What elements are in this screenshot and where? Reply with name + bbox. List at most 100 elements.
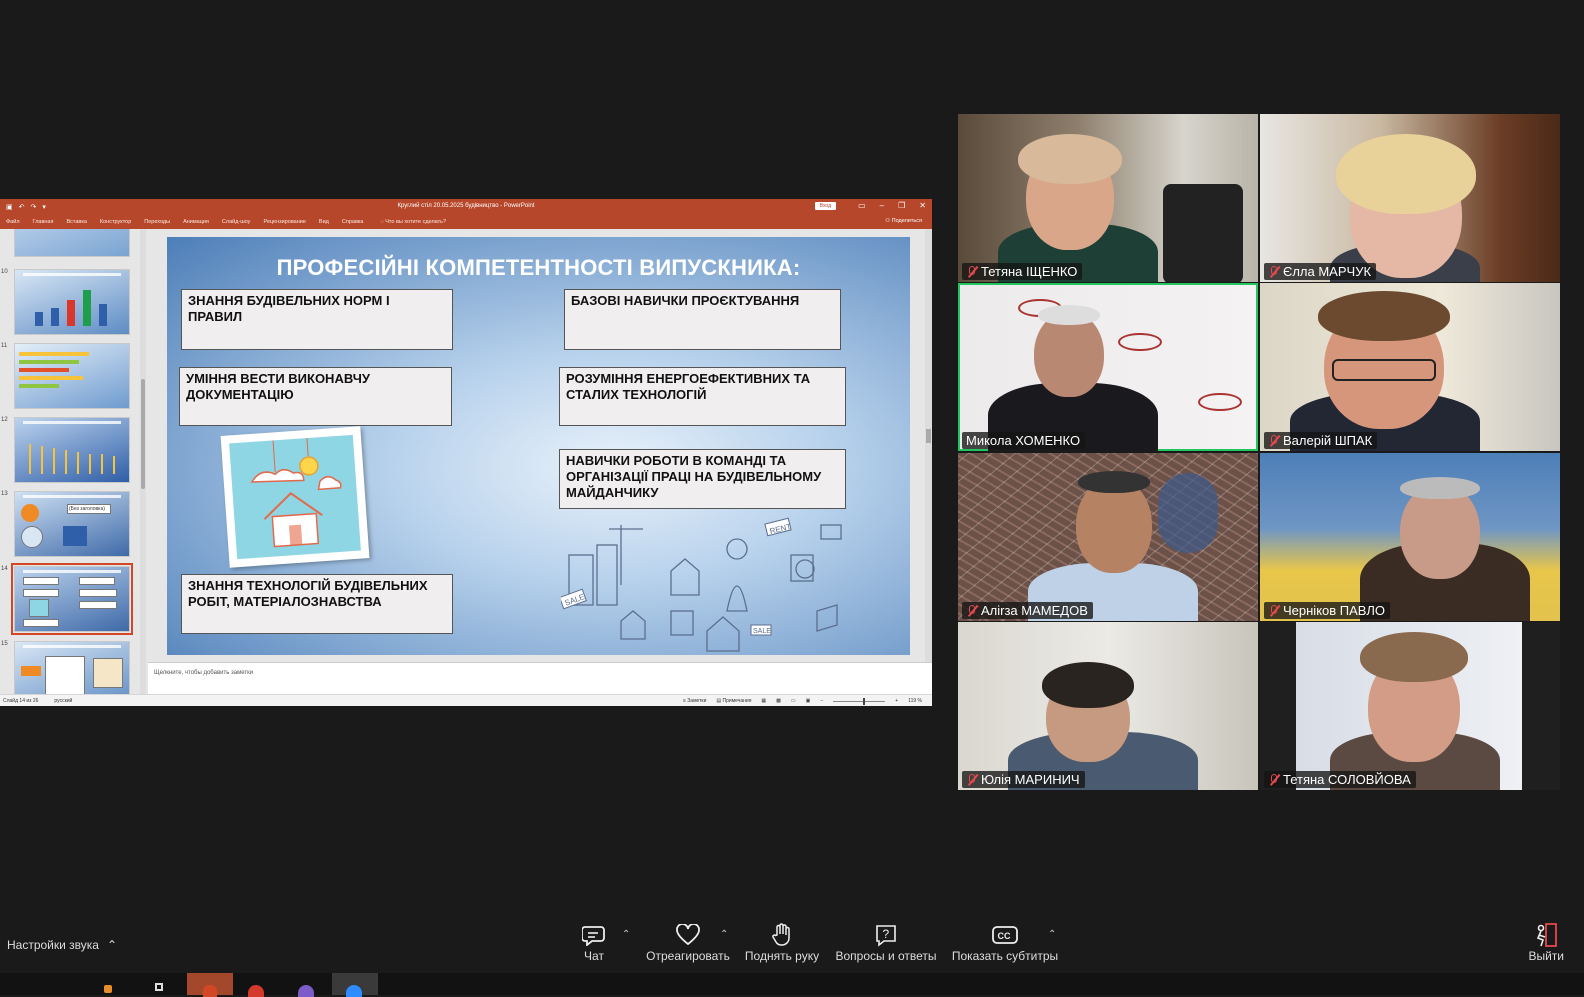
tab-help[interactable]: Справка (342, 219, 364, 225)
participant-video[interactable]: Аліrза МАМЕДОВ (958, 453, 1258, 621)
notes-toggle[interactable]: ≡ Заметки (683, 698, 706, 704)
chevron-up-icon[interactable]: ⌃ (1048, 929, 1056, 940)
slide-thumbnail[interactable] (14, 343, 130, 409)
tab-animations[interactable]: Анимация (183, 219, 209, 225)
shared-powerpoint-window: ▣ ↶ ↷ ▾ Круглий стіл 20.05.2025 будівниц… (0, 199, 932, 706)
slide-thumbnail[interactable] (14, 269, 130, 335)
taskbar-app-icon[interactable] (100, 973, 116, 995)
participant-name: Микола ХОМЕНКО (966, 433, 1081, 448)
slide-thumbnail[interactable] (14, 417, 130, 483)
hand-icon (744, 921, 820, 949)
tab-review[interactable]: Рецензирование (263, 219, 305, 225)
share-label: Поделиться (891, 218, 922, 224)
raise-hand-label: Поднять руку (744, 949, 820, 963)
svg-text:?: ? (883, 927, 890, 941)
sale-sign: SALE (753, 628, 771, 635)
language-indicator[interactable]: русский (54, 698, 72, 704)
zoom-slider[interactable] (833, 697, 886, 705)
participant-video[interactable]: Юлія МАРИНИЧ (958, 622, 1258, 790)
svg-text:CC: CC (998, 931, 1011, 941)
notes-pane[interactable]: Щелкните, чтобы добавить заметки (148, 662, 932, 694)
tab-design[interactable]: Конструктор (100, 219, 131, 225)
scrollbar-thumb[interactable] (926, 429, 931, 443)
participant-video-active-speaker[interactable]: Микола ХОМЕНКО (958, 283, 1258, 451)
tab-slideshow[interactable]: Слайд-шоу (222, 219, 251, 225)
chat-label: Чат (584, 949, 604, 963)
slide-scrollbar[interactable] (925, 229, 932, 662)
mic-muted-icon (1268, 604, 1279, 617)
taskbar-app-icon[interactable] (290, 973, 326, 997)
audio-settings-button[interactable]: Настройки звука ⌃ (7, 938, 117, 952)
mic-muted-icon (966, 604, 977, 617)
meeting-toolbar: Настройки звука ⌃ Чат ⌃ Отреагировать ⌃ … (0, 913, 1584, 973)
tab-insert[interactable]: Вставка (66, 219, 86, 225)
reading-view-icon[interactable]: ▭ (791, 698, 796, 704)
participant-name: Черніков ПАВЛО (1283, 603, 1385, 618)
leave-button[interactable]: Выйти (1528, 921, 1564, 963)
ppt-status-bar: Слайд 14 из 26 русский ≡ Заметки ▤ Приме… (0, 694, 932, 706)
sorter-view-icon[interactable]: ▩ (776, 698, 781, 704)
taskbar-app-icon[interactable] (240, 973, 276, 997)
participant-name-tag: Черніков ПАВЛО (1264, 602, 1390, 619)
tab-home[interactable]: Главная (33, 219, 54, 225)
participant-name: Тетяна ІЩЕНКО (981, 264, 1078, 279)
competency-box: РОЗУМІННЯ ЕНЕРГОЕФЕКТИВНИХ ТА СТАЛИХ ТЕХ… (559, 367, 846, 426)
chat-button[interactable]: Чат (578, 921, 610, 963)
slide-thumbnail[interactable] (14, 229, 130, 257)
normal-view-icon[interactable]: ▦ (761, 698, 766, 704)
house-illustration (220, 426, 370, 568)
captions-label: Показать субтитры (951, 949, 1059, 963)
comments-toggle[interactable]: ▤ Примечания (716, 698, 751, 704)
slide-thumbnail[interactable]: (Без заголовка) (14, 491, 130, 557)
zoom-level[interactable]: 119 % (908, 698, 922, 704)
mic-muted-icon (966, 773, 977, 786)
minimize-icon[interactable]: – (880, 201, 884, 210)
scrollbar-thumb[interactable] (141, 379, 145, 489)
slide-thumbnail-active[interactable] (11, 563, 133, 635)
city-lineart-illustration: RENT SALE SALE (561, 517, 842, 652)
thumbnail-number: 10 (1, 269, 8, 275)
competency-box: ЗНАННЯ ТЕХНОЛОГІЙ БУДІВЕЛЬНИХ РОБІТ, МАТ… (181, 574, 453, 634)
restore-icon[interactable]: ❐ (898, 201, 905, 210)
taskbar-app-icon[interactable] (150, 973, 170, 995)
slideshow-view-icon[interactable]: ▣ (806, 698, 811, 704)
raise-hand-button[interactable]: Поднять руку (744, 921, 820, 963)
heart-icon (645, 921, 731, 949)
participant-video[interactable]: Валерій ШПАК (1260, 283, 1560, 451)
mic-muted-icon (1268, 265, 1279, 278)
tab-file[interactable]: Файл (6, 219, 20, 225)
tell-me-search[interactable]: ◌ Что вы хотите сделать? (380, 219, 446, 225)
participant-name: Валерій ШПАК (1283, 433, 1373, 448)
chevron-up-icon[interactable]: ⌃ (622, 929, 630, 940)
participant-name-tag: Аліrза МАМЕДОВ (962, 602, 1093, 619)
close-icon[interactable]: ✕ (919, 201, 926, 210)
participant-name-tag: Микола ХОМЕНКО (962, 432, 1086, 449)
zoom-in-icon[interactable]: + (895, 698, 898, 704)
react-button[interactable]: Отреагировать (645, 921, 731, 963)
zoom-out-icon[interactable]: − (820, 698, 823, 704)
react-label: Отреагировать (646, 949, 730, 963)
taskbar-zoom-icon[interactable] (332, 973, 378, 997)
participant-video[interactable]: Тетяна ІЩЕНКО (958, 114, 1258, 282)
participant-name-tag: Тетяна ІЩЕНКО (962, 263, 1083, 280)
taskbar-powerpoint-icon[interactable] (187, 973, 233, 997)
tab-transitions[interactable]: Переходы (144, 219, 170, 225)
qa-button[interactable]: ? Вопросы и ответы (834, 921, 938, 963)
participant-video[interactable]: Тетяна СОЛОВЙОВА (1260, 622, 1560, 790)
house-drawing-icon (250, 437, 342, 548)
participant-name: Аліrза МАМЕДОВ (981, 603, 1088, 618)
participant-video[interactable]: Черніков ПАВЛО (1260, 453, 1560, 621)
tab-view[interactable]: Вид (319, 219, 329, 225)
share-button[interactable]: ⚇ Поделиться (885, 218, 922, 224)
video-gallery: Тетяна ІЩЕНКО Єлла МАРЧУК Микола ХОМЕНКО… (958, 114, 1560, 791)
question-icon: ? (834, 921, 938, 949)
thumbnails-scrollbar[interactable] (140, 229, 146, 694)
ribbon-display-icon[interactable]: ▭ (858, 201, 866, 210)
participant-video[interactable]: Єлла МАРЧУК (1260, 114, 1560, 282)
slide-editor-area: ПРОФЕСІЙНІ КОМПЕТЕНТНОСТІ ВИПУСКНИКА: ЗН… (148, 229, 932, 662)
slide-thumbnail[interactable] (14, 641, 130, 694)
sign-in-button[interactable]: Вход (814, 202, 836, 210)
chevron-up-icon[interactable]: ⌃ (720, 929, 728, 940)
current-slide[interactable]: ПРОФЕСІЙНІ КОМПЕТЕНТНОСТІ ВИПУСКНИКА: ЗН… (167, 237, 910, 655)
captions-button[interactable]: CC Показать субтитры (950, 921, 1060, 963)
